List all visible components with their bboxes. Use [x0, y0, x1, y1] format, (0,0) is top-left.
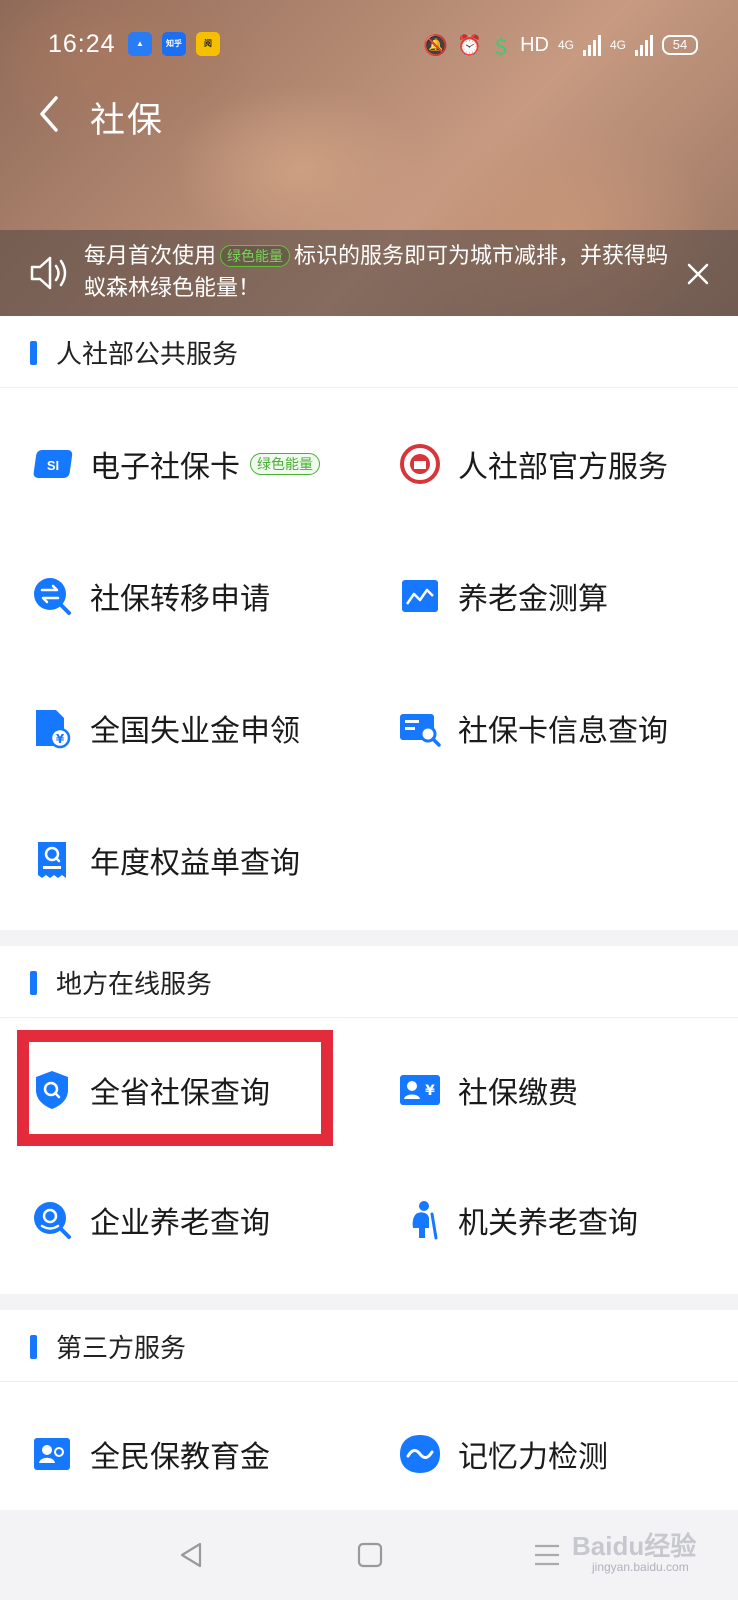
- nav-home-icon[interactable]: [357, 1542, 383, 1568]
- section-third-party: 第三方服务 全民保教育金 记忆力检测: [0, 1310, 738, 1510]
- svg-text:¥: ¥: [425, 1083, 435, 1099]
- battery-icon: 54: [662, 35, 698, 55]
- nav-back-icon[interactable]: [176, 1540, 206, 1570]
- service-ministry-official[interactable]: 人社部官方服务: [398, 434, 668, 494]
- notice-text-before: 每月首次使用: [84, 243, 217, 268]
- android-app-icon: ▲: [128, 32, 152, 56]
- social-card-icon: SI: [33, 450, 73, 478]
- alarm-icon: ⏰: [457, 34, 483, 57]
- section-public-services: 人社部公共服务 SI 电子社保卡 绿色能量 人社部官方服务 社保转移申请 养老金…: [0, 316, 738, 930]
- money-shield-icon: ＄: [491, 36, 512, 59]
- service-annual-statement[interactable]: 年度权益单查询: [30, 830, 300, 890]
- status-time: 16:24: [48, 30, 116, 58]
- section-header: 人社部公共服务: [0, 316, 738, 388]
- item-label: 社保转移申请: [90, 583, 270, 616]
- back-arrow-icon[interactable]: [30, 92, 74, 136]
- highlight-box: [17, 1030, 333, 1146]
- status-icons: 🔕 ⏰ ＄ HD 4G 4G 54: [423, 30, 698, 60]
- service-card-info-query[interactable]: 社保卡信息查询: [398, 698, 668, 758]
- section-accent-bar: [30, 341, 37, 365]
- transfer-icon: [34, 578, 71, 615]
- notice-text: 每月首次使用 绿色能量 标识的服务即可为城市减排，并获得蚂蚁森林绿色能量！: [84, 240, 674, 304]
- section-accent-bar: [30, 971, 37, 995]
- ministry-emblem-icon: [400, 444, 440, 484]
- speaker-icon: [30, 256, 67, 290]
- item-label: 社保缴费: [458, 1077, 578, 1110]
- service-education-fund[interactable]: 全民保教育金: [30, 1424, 270, 1484]
- item-label: 养老金测算: [458, 583, 608, 616]
- nav-bar: 社保: [0, 78, 738, 148]
- reader-app-icon: 阅: [196, 32, 220, 56]
- item-label: 机关养老查询: [458, 1207, 638, 1240]
- item-label: 电子社保卡: [90, 451, 240, 484]
- section-header: 地方在线服务: [0, 946, 738, 1018]
- elder-person-icon: [412, 1201, 438, 1240]
- baidu-watermark-url: jingyan.baidu.com: [592, 1560, 689, 1574]
- green-energy-tag: 绿色能量: [220, 245, 291, 267]
- network-type-1: 4G: [557, 38, 574, 52]
- enterprise-search-icon: [34, 1202, 71, 1239]
- item-label: 全国失业金申领: [90, 715, 300, 748]
- section-header: 第三方服务: [0, 1310, 738, 1382]
- mute-bell-icon: 🔕: [423, 34, 449, 57]
- item-label: 年度权益单查询: [90, 847, 300, 880]
- nav-menu-icon[interactable]: [532, 1542, 562, 1568]
- service-pension-calculator[interactable]: 养老金测算: [398, 566, 608, 626]
- service-memory-test[interactable]: 记忆力检测: [398, 1424, 608, 1484]
- annual-statement-icon: [38, 842, 66, 878]
- hero-banner: 16:24 ▲ 知乎 阅 🔕 ⏰ ＄ HD 4G 4G 54 社保 每月首次使用…: [0, 0, 738, 316]
- service-unemployment-claim[interactable]: ¥ 全国失业金申领: [30, 698, 300, 758]
- system-nav-bar: Baidu经验 jingyan.baidu.com: [0, 1510, 738, 1600]
- network-type-2: 4G: [609, 38, 626, 52]
- unemployment-doc-icon: ¥: [36, 710, 71, 749]
- section-title: 地方在线服务: [56, 969, 213, 999]
- education-fund-icon: [34, 1438, 70, 1470]
- section-accent-bar: [30, 1335, 37, 1359]
- svg-text:¥: ¥: [56, 732, 65, 746]
- baidu-watermark: Baidu经验: [572, 1531, 697, 1561]
- green-energy-tag: 绿色能量: [250, 453, 320, 475]
- service-enterprise-pension[interactable]: 企业养老查询: [30, 1190, 270, 1250]
- service-e-social-card[interactable]: SI 电子社保卡 绿色能量: [30, 434, 320, 494]
- section-title: 第三方服务: [56, 1333, 187, 1363]
- section-title: 人社部公共服务: [56, 339, 239, 369]
- item-label: 全民保教育金: [90, 1441, 270, 1474]
- notice-banner: 每月首次使用 绿色能量 标识的服务即可为城市减排，并获得蚂蚁森林绿色能量！: [0, 230, 738, 316]
- item-label: 记忆力检测: [458, 1441, 608, 1474]
- item-label: 社保卡信息查询: [458, 715, 668, 748]
- status-bar: 16:24 ▲ 知乎 阅 🔕 ⏰ ＄ HD 4G 4G 54: [0, 0, 738, 90]
- service-transfer-application[interactable]: 社保转移申请: [30, 566, 270, 626]
- svg-text:SI: SI: [47, 458, 59, 473]
- card-search-icon: [400, 714, 441, 747]
- page-title: 社保: [90, 101, 165, 140]
- line-chart-icon: [402, 580, 438, 612]
- memory-test-icon: [400, 1435, 440, 1473]
- hd-label: HD: [520, 33, 549, 56]
- item-label: 企业养老查询: [90, 1207, 270, 1240]
- payment-card-icon: ¥: [400, 1075, 440, 1105]
- service-payment[interactable]: ¥ 社保缴费: [398, 1060, 578, 1120]
- signal-icon-2: [635, 34, 653, 56]
- service-government-pension[interactable]: 机关养老查询: [398, 1190, 638, 1250]
- item-label: 人社部官方服务: [458, 451, 668, 484]
- zhihu-app-icon: 知乎: [162, 32, 186, 56]
- signal-icon-1: [582, 34, 601, 56]
- close-icon[interactable]: [686, 262, 710, 286]
